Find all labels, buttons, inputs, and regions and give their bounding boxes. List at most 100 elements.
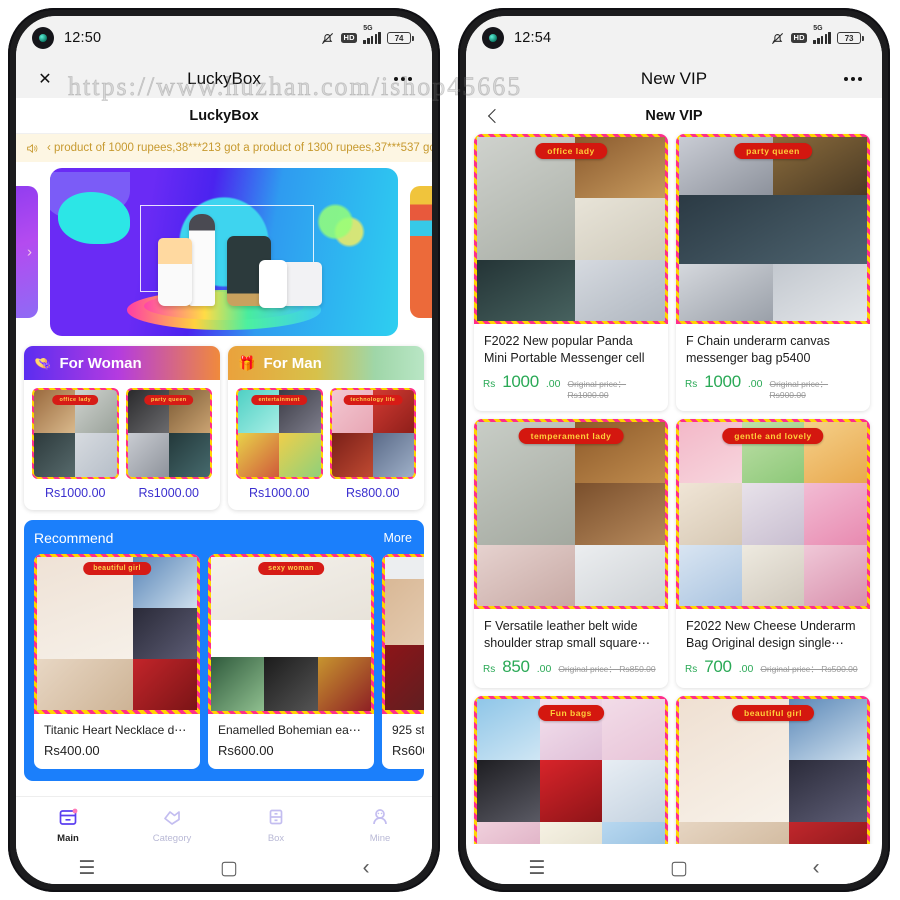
original-price: Original price： Rs500.00	[760, 664, 858, 674]
recommend-card-price: Rs400.00	[44, 742, 100, 758]
recommend-panel: Recommend More beautiful girl Titanic He…	[24, 519, 424, 781]
recommend-card-name: Titanic Heart Necklace d⋯	[44, 722, 187, 737]
recommend-card-price: Rs600.0	[392, 742, 424, 758]
announcement-bar[interactable]: ‹ product of 1000 rupees,38***213 got a …	[16, 134, 432, 162]
price-cents: .00	[747, 378, 763, 390]
gender-item[interactable]: entertainment Rs1000.00	[236, 388, 323, 500]
close-icon[interactable]: ✕	[32, 66, 58, 92]
original-price: Original price： Rs1000.00	[567, 379, 627, 400]
gender-item[interactable]: party queen Rs1000.00	[125, 388, 212, 500]
product-price-row: Rs 700 .00 Original price： Rs500.00	[676, 653, 870, 688]
phone-left-screen: 12:50 HD 5G 74 ✕ LuckyBox LuckyBox ‹ pro…	[16, 16, 432, 884]
gender-item[interactable]: technology life Rs800.00	[329, 388, 416, 500]
product-image[interactable]: gentle and lovely	[676, 419, 870, 609]
tab-main[interactable]: Main	[16, 805, 120, 844]
product-name: F2022 New popular Panda Mini Portable Me…	[484, 334, 645, 368]
vip-grid: office lady F2022 New popular Panda Mini…	[466, 126, 882, 844]
category-icon	[164, 811, 180, 825]
recommend-card[interactable]: sexy woman Enamelled Bohemian ea⋯ Rs600.…	[208, 553, 374, 769]
original-price: Original price： Rs850.00	[558, 664, 656, 674]
product-card[interactable]: Fun bags	[474, 696, 668, 844]
item-price: Rs1000.00	[45, 485, 106, 500]
announcement-text: ‹ product of 1000 rupees,38***213 got a …	[47, 142, 432, 154]
price-cents: .00	[536, 663, 552, 675]
product-card[interactable]: beautiful girl	[676, 696, 870, 844]
page-title: LuckyBox	[189, 107, 259, 124]
banner-product-kettle	[258, 260, 287, 308]
browser-title: New VIP	[640, 69, 708, 88]
tab-category[interactable]: Category	[120, 805, 224, 844]
gender-item[interactable]: office lady Rs1000.00	[32, 388, 119, 500]
price-amount: 1000	[502, 372, 539, 391]
product-badge: Fun bags	[538, 705, 604, 721]
product-card[interactable]: office lady F2022 New popular Panda Mini…	[474, 134, 668, 411]
status-clock: 12:54	[514, 30, 552, 46]
banner-slide-active[interactable]	[50, 168, 398, 336]
product-card[interactable]: temperament lady F Versatile leather bel…	[474, 419, 668, 688]
recommend-more-link[interactable]: More	[384, 531, 412, 545]
vip-product-list: office lady F2022 New popular Panda Mini…	[466, 126, 882, 844]
gender-card-man[interactable]: 🎁 For Man entertainment Rs1000.00 techno…	[228, 346, 424, 510]
recents-icon[interactable]: ☰	[528, 857, 545, 880]
bottom-tab-bar: Main Category Box Mine	[16, 796, 432, 852]
home-icon[interactable]: ▢	[670, 857, 688, 880]
tab-main-label: Main	[57, 833, 79, 844]
status-bar-right: 12:54 HD 5G 73	[466, 16, 882, 60]
product-image[interactable]: party queen	[676, 134, 870, 324]
product-card[interactable]: gentle and lovely F2022 New Cheese Under…	[676, 419, 870, 688]
back-chevron-icon[interactable]	[480, 103, 506, 129]
back-icon[interactable]: ‹	[813, 856, 820, 880]
speaker-icon	[27, 143, 38, 153]
product-badge: gentle and lovely	[722, 428, 824, 444]
original-price: Original price： Rs900.00	[769, 379, 829, 400]
android-nav-bar-left: ☰ ▢ ‹	[16, 852, 432, 884]
status-clock: 12:50	[64, 30, 102, 46]
product-card[interactable]: party queen F Chain underarm canvas mess…	[676, 134, 870, 411]
tab-mine[interactable]: Mine	[328, 805, 432, 844]
camera-punch-hole	[482, 27, 504, 49]
tab-mine-label: Mine	[369, 833, 391, 844]
browser-title-bar-right: New VIP	[466, 60, 882, 98]
currency-symbol: Rs	[685, 379, 698, 390]
product-image[interactable]: beautiful girl	[676, 696, 870, 844]
hd-badge: HD	[791, 33, 808, 43]
item-price: Rs1000.00	[249, 485, 310, 500]
battery-icon: 74	[387, 32, 414, 44]
signal-5g-icon: 5G	[813, 25, 831, 44]
recents-icon[interactable]: ☰	[78, 857, 95, 880]
box-main-icon	[59, 808, 78, 825]
more-options-icon[interactable]	[840, 66, 866, 92]
banner-carousel[interactable]: ›	[16, 168, 432, 336]
back-icon[interactable]: ‹	[363, 856, 370, 880]
banner-product-hairdryer	[189, 214, 216, 306]
product-image[interactable]: temperament lady	[474, 419, 668, 609]
recommend-card[interactable]: beautiful girl Titanic Heart Necklace d⋯	[34, 553, 200, 769]
recommend-card[interactable]: 925 sterli Rs600.0	[382, 553, 424, 769]
item-price: Rs1000.00	[138, 485, 199, 500]
more-options-icon[interactable]	[390, 66, 416, 92]
item-badge: sexy woman	[258, 561, 324, 575]
product-image[interactable]: Fun bags	[474, 696, 668, 844]
product-badge: beautiful girl	[732, 705, 814, 721]
phone-right-screen: 12:54 HD 5G 73 New VIP New VIP office la…	[466, 16, 882, 884]
tab-box[interactable]: Box	[224, 805, 328, 844]
recommend-header: Recommend More	[34, 530, 424, 546]
currency-symbol: Rs	[483, 664, 496, 675]
camera-punch-hole	[32, 27, 54, 49]
product-price-row: Rs 1000 .00 Original price： Rs900.00	[676, 368, 870, 411]
box-drawer-icon	[269, 809, 283, 825]
currency-symbol: Rs	[685, 664, 698, 675]
gift-box-icon: 🎁	[238, 354, 256, 371]
woman-hat-icon: 👒	[34, 354, 52, 371]
recommend-scroller[interactable]: beautiful girl Titanic Heart Necklace d⋯	[34, 553, 424, 781]
item-badge: technology life	[343, 395, 403, 405]
product-image[interactable]: office lady	[474, 134, 668, 324]
currency-symbol: Rs	[483, 379, 496, 390]
item-badge: beautiful girl	[83, 561, 151, 575]
home-icon[interactable]: ▢	[220, 857, 238, 880]
carousel-next-slide[interactable]	[410, 186, 432, 318]
carousel-prev-slide[interactable]: ›	[16, 186, 38, 318]
gender-card-woman[interactable]: 👒 For Woman office lady Rs1000.00 party …	[24, 346, 220, 510]
gender-card-woman-header: 👒 For Woman	[24, 346, 220, 380]
battery-icon: 73	[837, 32, 864, 44]
